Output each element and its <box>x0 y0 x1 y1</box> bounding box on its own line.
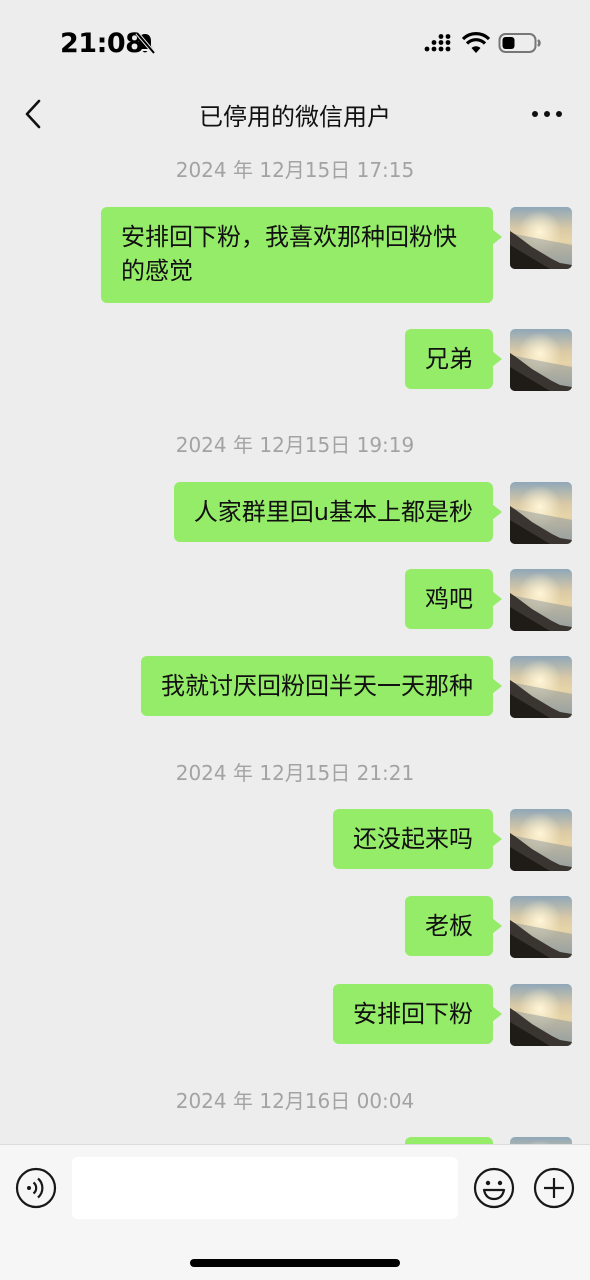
message-bubble[interactable]: 安排回下粉，我喜欢那种回粉快的感觉 <box>101 207 502 303</box>
plus-icon[interactable] <box>533 1167 575 1209</box>
message-bubble[interactable]: 人家群里回u基本上都是秒 <box>173 482 503 542</box>
message-row: 还没起来吗 <box>327 809 572 871</box>
message-input[interactable] <box>72 1157 458 1219</box>
message-bubble[interactable]: 安排回下粉 <box>333 984 502 1044</box>
status-time: 21:08 <box>60 28 144 59</box>
message-row: 我就讨厌回粉回半天一天那种 <box>122 656 572 718</box>
message-row <box>402 1137 572 1144</box>
message-row: 安排回下粉 <box>327 984 572 1046</box>
avatar[interactable] <box>510 207 572 269</box>
avatar[interactable] <box>510 656 572 718</box>
emoji-icon[interactable] <box>473 1167 515 1209</box>
message-bubble[interactable]: 我就讨厌回粉回半天一天那种 <box>141 656 502 716</box>
message-bubble[interactable]: 鸡吧 <box>405 569 502 629</box>
avatar[interactable] <box>510 569 572 631</box>
timestamp: 2024 年 12月15日 17:15 <box>175 158 415 182</box>
battery-icon <box>498 33 541 53</box>
avatar[interactable] <box>510 809 572 871</box>
home-indicator <box>190 1259 400 1267</box>
message-row: 人家群里回u基本上都是秒 <box>152 482 572 544</box>
message-row: 兄弟 <box>402 329 572 391</box>
message-bubble[interactable]: 还没起来吗 <box>333 809 502 869</box>
timestamp: 2024 年 12月16日 00:04 <box>175 1089 415 1113</box>
avatar[interactable] <box>510 482 572 544</box>
message-bubble[interactable] <box>405 1137 493 1144</box>
chat-messages[interactable]: 2024 年 12月15日 17:15 安排回下粉，我喜欢那种回粉快的感觉 兄弟… <box>0 146 590 1144</box>
chat-title: 已停用的微信用户 <box>199 103 391 131</box>
status-bar: 21:08 <box>0 0 590 80</box>
message-bubble[interactable]: 老板 <box>405 896 502 956</box>
timestamp: 2024 年 12月15日 21:21 <box>175 761 415 785</box>
avatar[interactable] <box>510 896 572 958</box>
message-row: 鸡吧 <box>402 569 572 631</box>
nav-bar: 已停用的微信用户 <box>0 80 590 146</box>
message-bubble[interactable]: 兄弟 <box>405 329 502 389</box>
message-row: 安排回下粉，我喜欢那种回粉快的感觉 <box>101 207 572 303</box>
wifi-icon <box>462 32 490 53</box>
message-row: 老板 <box>402 896 572 958</box>
signal-icon <box>424 34 451 52</box>
avatar[interactable] <box>510 984 572 1046</box>
timestamp: 2024 年 12月15日 19:19 <box>175 433 415 457</box>
voice-icon[interactable] <box>15 1167 57 1209</box>
avatar[interactable] <box>510 1137 572 1144</box>
more-dots-icon[interactable] <box>530 102 564 126</box>
avatar[interactable] <box>510 329 572 391</box>
bell-slash-icon <box>135 31 156 55</box>
